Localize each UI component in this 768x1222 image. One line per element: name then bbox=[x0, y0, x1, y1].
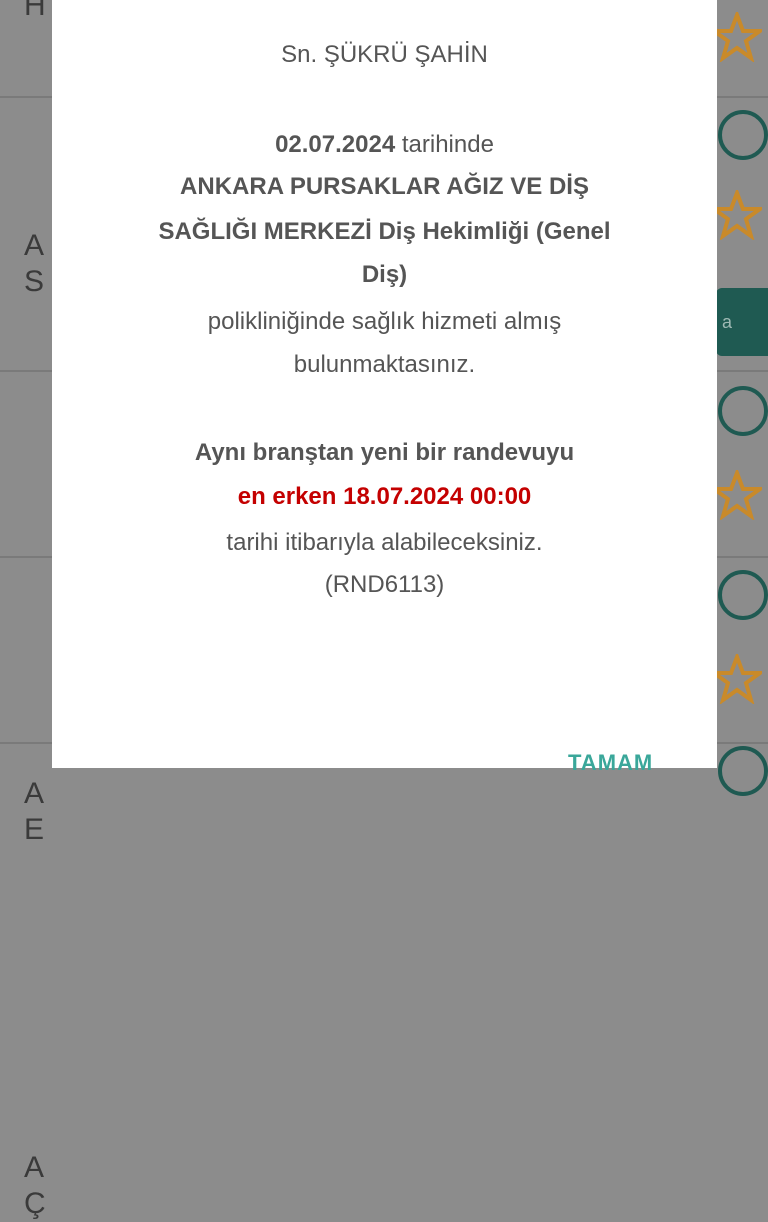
service-date-line: 02.07.2024 tarihinde bbox=[52, 130, 717, 160]
appointment-info-dialog: Sn. ŞÜKRÜ ŞAHİN 02.07.2024 tarihinde ANK… bbox=[52, 0, 717, 775]
clinic-name-line-3: Diş) bbox=[361, 261, 408, 288]
clinic-name-line-1: ANKARA PURSAKLAR AĞIZ VE DİŞ bbox=[180, 173, 589, 200]
ok-button[interactable]: TAMAM bbox=[568, 750, 653, 776]
clinic-name-line-2: SAĞLIĞI MERKEZİ Diş Hekimliği (Genel bbox=[158, 218, 611, 245]
from-date-line: tarihi itibarıyla alabileceksiniz. bbox=[226, 529, 543, 556]
list-item-title: AS bbox=[24, 229, 46, 298]
list-item-title: AE bbox=[24, 777, 46, 846]
branch-line: Aynı branştan yeni bir randevuyu bbox=[194, 439, 575, 466]
service-line-1: polikliniğinde sağlık hizmeti almış bbox=[207, 308, 562, 335]
list-item-title: AÇ bbox=[24, 1151, 47, 1220]
list-item-title: H bbox=[24, 0, 47, 22]
favorite-star-icon[interactable] bbox=[712, 470, 762, 520]
appointment-button[interactable]: a bbox=[716, 288, 768, 356]
favorite-star-icon[interactable] bbox=[712, 190, 762, 240]
service-date: 02.07.2024 bbox=[275, 131, 396, 158]
info-icon[interactable] bbox=[718, 746, 768, 796]
info-icon[interactable] bbox=[718, 386, 768, 436]
earliest-date-line: en erken 18.07.2024 00:00 bbox=[237, 483, 532, 510]
info-icon[interactable] bbox=[718, 570, 768, 620]
info-icon[interactable] bbox=[718, 110, 768, 160]
error-code: (RND6113) bbox=[324, 571, 445, 598]
favorite-star-icon[interactable] bbox=[712, 12, 762, 62]
favorite-star-icon[interactable] bbox=[712, 654, 762, 704]
salutation: Sn. ŞÜKRÜ ŞAHİN bbox=[281, 41, 488, 68]
service-line-2: bulunmaktasınız. bbox=[293, 351, 476, 378]
service-date-suffix: tarihinde bbox=[395, 131, 494, 158]
